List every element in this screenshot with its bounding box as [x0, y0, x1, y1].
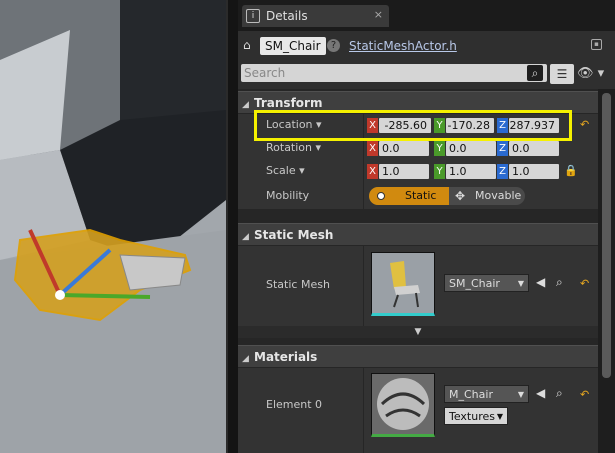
y-axis-label: Y — [434, 164, 445, 179]
material-combo[interactable]: M_Chair ▼ — [444, 385, 529, 403]
chair-thumbnail-icon — [372, 253, 434, 313]
mobility-row: Mobility Static ✥ Movable — [238, 183, 598, 209]
collapse-arrow-icon: ◢ — [242, 354, 249, 364]
y-axis-label: Y — [434, 141, 445, 156]
details-content: ◢ Transform Location ▾ X -285.60 Y -170.2… — [238, 89, 598, 453]
mobility-movable-button[interactable]: ✥ Movable — [449, 187, 521, 205]
element-0-label: Element 0 — [266, 398, 323, 411]
details-scrollbar[interactable] — [598, 89, 615, 453]
chevron-down-icon: ▼ — [517, 279, 524, 288]
actor-icon: ⌂ — [243, 38, 251, 52]
z-axis-label: Z — [497, 141, 508, 156]
tab-details[interactable]: i Details × — [242, 5, 389, 27]
chevron-down-icon: ▼ — [496, 412, 503, 421]
rotation-x-field[interactable]: 0.0 — [379, 141, 429, 156]
lock-icon[interactable]: ▪ — [591, 39, 602, 50]
reset-to-default-icon[interactable]: ↶ — [580, 118, 589, 131]
scale-dropdown[interactable]: Scale ▾ — [266, 164, 305, 177]
use-selected-arrow-icon[interactable]: ◀ — [536, 275, 545, 289]
divider — [363, 246, 364, 326]
collapse-arrow-icon: ◢ — [242, 232, 249, 242]
material-sphere-icon — [372, 374, 434, 434]
viewport-scene — [0, 0, 226, 453]
static-mesh-label: Static Mesh — [266, 278, 330, 291]
scale-z-field[interactable]: 1.0 — [509, 164, 559, 179]
search-icon[interactable]: ⌕ — [527, 65, 543, 81]
header-file-link[interactable]: StaticMeshActor.h — [349, 39, 457, 53]
scrollbar-thumb[interactable] — [602, 93, 611, 378]
use-selected-arrow-icon[interactable]: ◀ — [536, 386, 545, 400]
static-icon — [377, 192, 385, 200]
view-options-eye-icon[interactable]: 👁 ▾ — [577, 65, 607, 83]
actor-name-field[interactable]: SM_Chair — [260, 37, 326, 55]
rotation-z-field[interactable]: 0.0 — [509, 141, 559, 156]
scale-row: Scale ▾ X 1.0 Y 1.0 Z 1.0 🔒 — [238, 160, 598, 183]
mobility-toggle: Static ✥ Movable — [369, 187, 525, 205]
search-input[interactable]: Search — [241, 64, 547, 82]
reset-to-default-icon[interactable]: ↶ — [580, 388, 589, 401]
browse-search-icon[interactable]: ⌕ — [556, 275, 563, 290]
chevron-down-icon: ▼ — [517, 390, 524, 399]
collapse-arrow-icon: ◢ — [242, 100, 249, 110]
tab-title: Details — [266, 9, 308, 23]
level-viewport[interactable] — [0, 0, 226, 453]
tab-bar: i Details × — [238, 0, 615, 31]
move-icon: ✥ — [455, 189, 466, 203]
divider — [363, 368, 364, 453]
material-thumbnail[interactable] — [371, 373, 435, 437]
details-panel: i Details × ⌂ SM_Chair ? StaticMeshActor… — [238, 0, 615, 453]
z-axis-label: Z — [497, 164, 508, 179]
property-matrix-button[interactable]: ☰ — [550, 64, 574, 84]
x-axis-label: X — [367, 141, 378, 156]
material-element-row: Element 0 M_Chair ▼ ◀ ⌕ ↶ Textures ▼ — [238, 368, 598, 453]
x-axis-label: X — [367, 164, 378, 179]
search-row: Search ⌕ ☰ 👁 ▾ — [238, 61, 615, 89]
help-icon[interactable]: ? — [327, 39, 340, 52]
expand-advanced-icon[interactable]: ▼ — [238, 326, 598, 338]
divider — [363, 183, 364, 209]
static-mesh-combo[interactable]: SM_Chair ▼ — [444, 274, 529, 292]
rotation-dropdown[interactable]: Rotation ▾ — [266, 141, 321, 154]
details-icon: i — [246, 9, 260, 23]
category-materials[interactable]: ◢ Materials — [238, 345, 598, 367]
reset-to-default-icon[interactable]: ↶ — [580, 277, 589, 290]
close-icon[interactable]: × — [374, 8, 383, 21]
static-mesh-row: Static Mesh SM_Chair ▼ ◀ ⌕ ↶ — [238, 246, 598, 326]
scale-y-field[interactable]: 1.0 — [446, 164, 496, 179]
textures-dropdown[interactable]: Textures ▼ — [444, 407, 508, 425]
category-static-mesh[interactable]: ◢ Static Mesh — [238, 223, 598, 245]
mobility-label: Mobility — [266, 189, 310, 202]
static-mesh-thumbnail[interactable] — [371, 252, 435, 316]
actor-row: ⌂ SM_Chair ? StaticMeshActor.h ▪ — [238, 31, 615, 61]
browse-search-icon[interactable]: ⌕ — [556, 386, 563, 401]
panel-splitter[interactable] — [226, 0, 238, 453]
location-highlight-box — [254, 110, 572, 141]
rotation-y-field[interactable]: 0.0 — [446, 141, 496, 156]
mobility-static-button[interactable]: Static — [369, 187, 449, 205]
scale-x-field[interactable]: 1.0 — [379, 164, 429, 179]
divider — [363, 160, 364, 183]
lock-scale-icon[interactable]: 🔒 — [564, 164, 578, 177]
